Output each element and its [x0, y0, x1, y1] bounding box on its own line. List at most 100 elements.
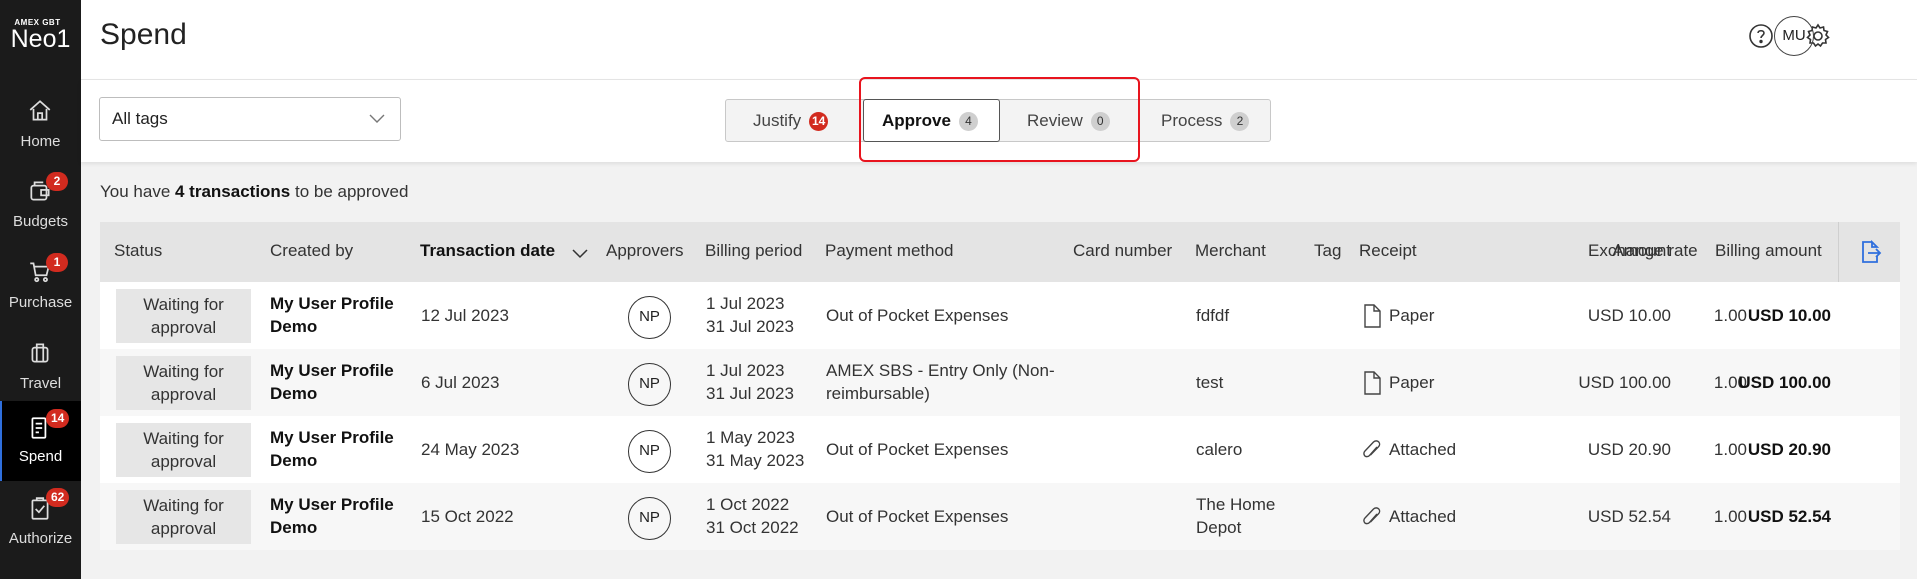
sidebar-item-home[interactable]: Home: [0, 88, 81, 166]
billing-period-cell: 1 Jul 2023 31 Jul 2023: [706, 294, 794, 336]
created-by-cell: My User Profile Demo: [270, 294, 394, 336]
billing-period-cell: 1 Oct 2022 31 Oct 2022: [706, 495, 799, 537]
summary-prefix: You have: [100, 182, 175, 201]
table-row[interactable]: Waiting for approval My User Profile Demo …: [100, 416, 1900, 483]
chevron-down-icon: [369, 114, 385, 123]
col-tag[interactable]: Tag: [1314, 241, 1341, 261]
transactions-panel: You have 4 transactions to be approved S…: [81, 162, 1917, 579]
tab-approve[interactable]: Approve 4: [863, 99, 1000, 142]
receipt-cell[interactable]: Attached: [1389, 505, 1456, 528]
col-receipt[interactable]: Receipt: [1359, 241, 1417, 261]
sidebar-item-spend[interactable]: 14 Spend: [0, 401, 81, 481]
receipt-cell[interactable]: Attached: [1389, 438, 1456, 461]
status-badge: Waiting for approval: [116, 289, 251, 343]
luggage-icon: [31, 343, 49, 363]
purchase-badge: 1: [46, 253, 68, 272]
filter-toolbar: All tags Justify 14 Approve 4 Review 0 Proc…: [81, 80, 1917, 162]
sidebar-item-label: Budgets: [12, 213, 69, 230]
payment-method-cell: Out of Pocket Expenses: [826, 507, 1009, 526]
document-icon: [1364, 371, 1381, 395]
spend-tabs: Justify 14 Approve 4 Review 0 Process 2: [725, 99, 1271, 142]
paperclip-icon: [1363, 507, 1381, 525]
sort-chevron-down-icon[interactable]: [572, 248, 588, 260]
summary-count: 4 transactions: [175, 182, 291, 201]
created-by-cell: My User Profile Demo: [270, 428, 394, 470]
col-card-number[interactable]: Card number: [1073, 241, 1172, 261]
billing-period-cell: 1 May 2023 31 May 2023: [706, 428, 805, 470]
tab-label: Approve: [882, 111, 951, 130]
export-icon[interactable]: [1857, 239, 1883, 265]
col-billing-period[interactable]: Billing period: [705, 241, 802, 261]
billing-amount-cell: USD 52.54: [1747, 507, 1831, 526]
payment-method-cell: Out of Pocket Expenses: [826, 306, 1009, 325]
payment-method-cell: AMEX SBS - Entry Only (Non-reimbursable): [826, 361, 1055, 403]
status-badge: Waiting for approval: [116, 490, 251, 544]
transaction-date-cell: 12 Jul 2023: [421, 306, 509, 325]
approver-avatar[interactable]: NP: [628, 296, 671, 339]
transactions-summary: You have 4 transactions to be approved: [100, 182, 408, 202]
document-icon: [1364, 304, 1381, 328]
approver-avatar[interactable]: NP: [628, 430, 671, 473]
merchant-cell: fdfdf: [1196, 306, 1230, 325]
transaction-date-cell: 24 May 2023: [421, 440, 520, 459]
col-billing-amount[interactable]: Billing amount: [1715, 241, 1822, 261]
sidebar-item-label: Travel: [19, 375, 62, 392]
page-title: Spend: [100, 18, 187, 51]
status-badge: Waiting for approval: [116, 356, 251, 410]
col-approvers[interactable]: Approvers: [606, 241, 683, 261]
sidebar-item-label: Spend: [18, 448, 63, 465]
logo-product-text: Neo1: [10, 25, 71, 53]
col-exchange-rate[interactable]: Exchange rate: [1588, 241, 1698, 261]
receipt-cell[interactable]: Paper: [1389, 304, 1434, 327]
col-transaction-date[interactable]: Transaction date: [420, 241, 555, 261]
tab-label: Justify: [753, 111, 802, 130]
table-row[interactable]: Waiting for approval My User Profile Demo …: [100, 349, 1900, 416]
status-badge: Waiting for approval: [116, 423, 251, 477]
payment-method-cell: Out of Pocket Expenses: [826, 440, 1009, 459]
approver-avatar[interactable]: NP: [628, 497, 671, 540]
tab-count-badge: 14: [809, 112, 829, 131]
billing-amount-cell: USD 100.00: [1738, 373, 1831, 392]
table-row[interactable]: Waiting for approval My User Profile Demo …: [100, 282, 1900, 349]
table-row[interactable]: Waiting for approval My User Profile Demo …: [100, 483, 1900, 550]
transactions-table: Status Created by Transaction date Appro…: [100, 222, 1900, 550]
tab-justify[interactable]: Justify 14: [726, 100, 863, 141]
user-avatar[interactable]: MU: [1774, 16, 1814, 56]
budgets-badge: 2: [46, 172, 68, 191]
col-merchant[interactable]: Merchant: [1195, 241, 1266, 261]
sidebar-item-label: Authorize: [8, 530, 73, 547]
billing-period-cell: 1 Jul 2023 31 Jul 2023: [706, 361, 794, 403]
col-created-by[interactable]: Created by: [270, 241, 353, 261]
tags-select[interactable]: All tags: [99, 97, 401, 141]
receipt-cell[interactable]: Paper: [1389, 371, 1434, 394]
tab-label: Process: [1161, 111, 1223, 130]
authorize-badge: 62: [46, 488, 70, 507]
sidebar-item-purchase[interactable]: 1 Purchase: [0, 249, 81, 327]
sidebar-item-travel[interactable]: Travel: [0, 330, 81, 408]
tags-select-value: All tags: [112, 109, 168, 128]
col-status[interactable]: Status: [114, 241, 162, 261]
tab-review[interactable]: Review 0: [1000, 100, 1138, 141]
amount-cell: USD 100.00: [1578, 373, 1671, 392]
amount-cell: USD 20.90: [1587, 440, 1671, 459]
approver-avatar[interactable]: NP: [628, 363, 671, 406]
export-cell: [1838, 222, 1900, 282]
sidebar-item-budgets[interactable]: 2 Budgets: [0, 168, 81, 246]
sidebar-item-label: Home: [20, 133, 61, 150]
page-header: Spend MU: [81, 0, 1917, 80]
created-by-cell: My User Profile Demo: [270, 361, 394, 403]
col-payment-method[interactable]: Payment method: [825, 241, 954, 261]
tab-label: Review: [1027, 111, 1083, 130]
paperclip-icon: [1363, 440, 1381, 458]
help-icon[interactable]: [1748, 23, 1774, 49]
tab-count-badge: 2: [1230, 112, 1250, 131]
table-header: Status Created by Transaction date Appro…: [100, 222, 1900, 282]
transaction-date-cell: 6 Jul 2023: [421, 373, 500, 392]
merchant-cell: The Home Depot: [1196, 495, 1276, 537]
app-logo[interactable]: AMEX GBT Neo1: [0, 18, 81, 52]
sidebar-item-authorize[interactable]: 62 Authorize: [0, 488, 81, 566]
transaction-date-cell: 15 Oct 2022: [421, 507, 514, 526]
sidebar-item-label: Purchase: [8, 294, 73, 311]
amount-cell: USD 52.54: [1587, 507, 1671, 526]
tab-process[interactable]: Process 2: [1139, 100, 1270, 141]
